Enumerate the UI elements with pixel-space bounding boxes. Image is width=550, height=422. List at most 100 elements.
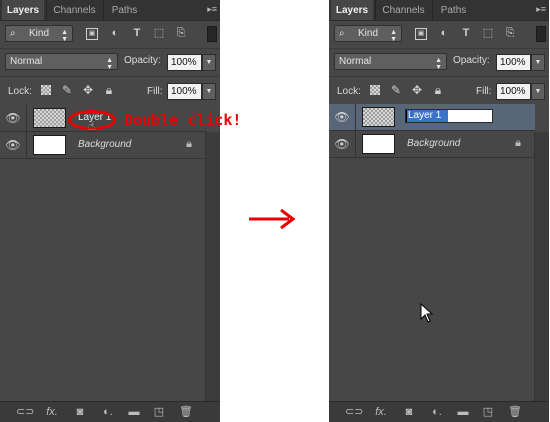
type-filter-icon[interactable]: T [130, 26, 144, 40]
layers-scrollbar[interactable] [205, 132, 220, 402]
lock-all-icon[interactable]: 🔒︎ [431, 83, 445, 97]
lock-row: Lock: ✎ ✥ 🔒︎ Fill: 100% ▼ [0, 76, 220, 104]
search-icon: ⌕ [10, 28, 16, 39]
layer-name[interactable]: Background [407, 138, 460, 149]
filter-toggle[interactable] [536, 26, 546, 42]
panel-tab-bar: Layers Channels Paths ▸≡ [0, 0, 220, 21]
opacity-dropdown[interactable]: ▼ [202, 54, 216, 71]
opacity-label: Opacity: [124, 55, 161, 66]
lock-transparent-pixels-icon[interactable] [370, 85, 380, 95]
lock-image-pixels-icon[interactable]: ✎ [389, 83, 403, 97]
layers-scrollbar[interactable] [534, 132, 549, 402]
lock-position-icon[interactable]: ✥ [410, 83, 424, 97]
new-fill-adjustment-icon[interactable]: ◐. [429, 405, 445, 419]
layer-row-background[interactable]: 👁︎ Background 🔒︎ [0, 132, 206, 159]
blend-row: Normal ▲ ▼ Opacity: 100% ▼ [329, 48, 549, 75]
new-group-icon[interactable]: ▬ [126, 405, 142, 419]
adjustment-filter-icon[interactable]: ◐ [437, 26, 451, 40]
tab-channels[interactable]: Channels [375, 0, 431, 20]
lock-icon: 🔒︎ [186, 138, 192, 150]
updown-icon: ▲ ▼ [390, 29, 397, 43]
new-group-icon[interactable]: ▬ [455, 405, 471, 419]
delete-layer-icon[interactable]: 🗑︎ [178, 405, 194, 419]
new-layer-icon[interactable]: ◳ [480, 405, 496, 419]
layer-thumbnail [362, 134, 395, 154]
panel-menu-icon[interactable]: ▸≡ [203, 4, 217, 15]
image-filter-icon[interactable]: ▣ [415, 28, 427, 40]
add-mask-icon[interactable]: ◙ [72, 405, 88, 419]
fill-dropdown[interactable]: ▼ [202, 83, 216, 100]
smart-object-filter-icon[interactable]: ⎘ [503, 26, 517, 40]
tab-paths[interactable]: Paths [432, 0, 474, 20]
layer-row-background[interactable]: 👁︎ Background 🔒︎ [329, 131, 535, 158]
eye-icon[interactable]: 👁︎ [333, 108, 351, 126]
image-filter-icon[interactable]: ▣ [86, 28, 98, 40]
new-layer-icon[interactable]: ◳ [151, 405, 167, 419]
filter-kind-select[interactable]: ⌕ Kind ▲ ▼ [5, 25, 73, 43]
type-filter-icon[interactable]: T [459, 26, 473, 40]
shape-filter-icon[interactable]: ⬚ [152, 26, 166, 40]
mouse-pointer-icon [420, 303, 434, 323]
lock-row: Lock: ✎ ✥ 🔒︎ Fill: 100% ▼ [329, 76, 549, 104]
layer-thumbnail [33, 108, 66, 128]
layer-name-selected-text: Layer 1 [406, 110, 448, 122]
layer-row-layer1[interactable]: 👁︎ Layer 1 [329, 104, 535, 131]
layer-name[interactable]: Background [78, 139, 131, 150]
opacity-input[interactable]: 100% [167, 54, 202, 71]
filter-kind-label: Kind [358, 28, 379, 39]
fill-input[interactable]: 100% [167, 83, 202, 100]
opacity-dropdown[interactable]: ▼ [531, 54, 545, 71]
lock-all-icon[interactable]: 🔒︎ [102, 83, 116, 97]
divider [26, 105, 27, 131]
link-layers-icon[interactable]: ⊂⊃ [345, 405, 363, 419]
opacity-input[interactable]: 100% [496, 54, 531, 71]
red-arrow-icon [249, 208, 296, 230]
fill-input[interactable]: 100% [496, 83, 531, 100]
filter-row: ⌕ Kind ▲ ▼ ▣ ◐ T ⬚ ⎘ [329, 21, 549, 47]
panel-tab-bar: Layers Channels Paths ▸≡ [329, 0, 549, 21]
link-layers-icon[interactable]: ⊂⊃ [16, 405, 34, 419]
blend-row: Normal ▲ ▼ Opacity: 100% ▼ [0, 48, 220, 75]
tab-paths[interactable]: Paths [103, 0, 145, 20]
lock-label: Lock: [337, 86, 361, 97]
add-mask-icon[interactable]: ◙ [401, 405, 417, 419]
delete-layer-icon[interactable]: 🗑︎ [507, 405, 523, 419]
eye-icon[interactable]: 👁︎ [4, 109, 22, 127]
shape-filter-icon[interactable]: ⬚ [481, 26, 495, 40]
tab-layers[interactable]: Layers [331, 0, 373, 20]
fill-dropdown[interactable]: ▼ [531, 83, 545, 100]
lock-label: Lock: [8, 86, 32, 97]
smart-object-filter-icon[interactable]: ⎘ [174, 26, 188, 40]
hand-cursor-icon: ☝ [88, 119, 96, 133]
divider [355, 104, 356, 130]
layers-panel-before: Layers Channels Paths ▸≡ ⌕ Kind ▲ ▼ ▣ ◐ T… [0, 0, 220, 422]
panel-bottom-bar: ⊂⊃ fx. ◙ ◐. ▬ ◳ 🗑︎ [329, 401, 549, 422]
filter-kind-select[interactable]: ⌕ Kind ▲ ▼ [334, 25, 402, 43]
filter-toggle[interactable] [207, 26, 217, 42]
search-icon: ⌕ [339, 28, 345, 39]
blend-mode-select[interactable]: Normal ▲ ▼ [334, 53, 447, 71]
text-caret [406, 110, 407, 122]
fill-label: Fill: [476, 86, 492, 97]
lock-image-pixels-icon[interactable]: ✎ [60, 83, 74, 97]
lock-transparent-pixels-icon[interactable] [41, 85, 51, 95]
lock-icon: 🔒︎ [515, 137, 521, 149]
blend-mode-value: Normal [10, 56, 43, 67]
layer-thumbnail [33, 135, 66, 155]
layers-panel-after: Layers Channels Paths ▸≡ ⌕ Kind ▲ ▼ ▣ ◐ T… [329, 0, 549, 422]
layer-name-input[interactable]: Layer 1 [405, 109, 493, 123]
eye-icon[interactable]: 👁︎ [333, 135, 351, 153]
eye-icon[interactable]: 👁︎ [4, 136, 22, 154]
updown-icon: ▲ ▼ [61, 29, 68, 43]
new-fill-adjustment-icon[interactable]: ◐. [100, 405, 116, 419]
tab-layers[interactable]: Layers [2, 0, 44, 20]
fx-icon[interactable]: fx. [44, 405, 60, 419]
panel-menu-icon[interactable]: ▸≡ [532, 4, 546, 15]
fx-icon[interactable]: fx. [373, 405, 389, 419]
tab-channels[interactable]: Channels [46, 0, 102, 20]
blend-mode-select[interactable]: Normal ▲ ▼ [5, 53, 118, 71]
fill-label: Fill: [147, 86, 163, 97]
adjustment-filter-icon[interactable]: ◐ [108, 26, 122, 40]
panel-bottom-bar: ⊂⊃ fx. ◙ ◐. ▬ ◳ 🗑︎ [0, 401, 220, 422]
lock-position-icon[interactable]: ✥ [81, 83, 95, 97]
